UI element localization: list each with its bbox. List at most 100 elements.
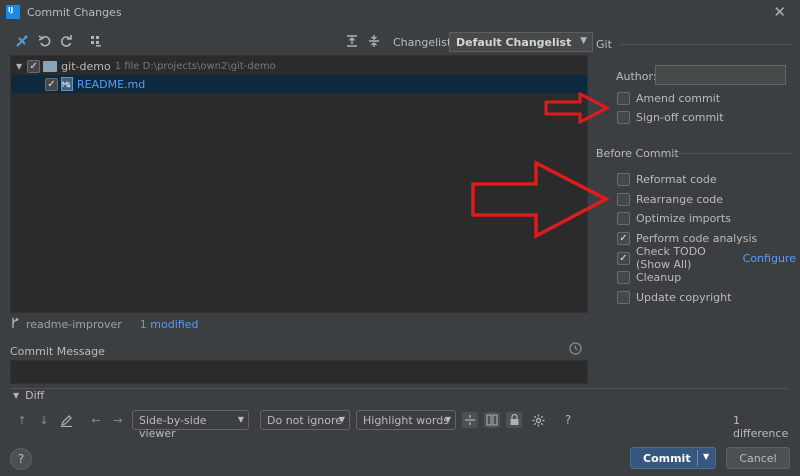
annotation-arrow-large xyxy=(471,160,610,239)
annotation-arrow-small xyxy=(544,92,610,124)
cleanup-checkbox[interactable] xyxy=(617,270,630,284)
commit-options-panel: Git Author: Amend commit Sign-off commit… xyxy=(596,30,796,350)
ignore-dropdown[interactable]: Do not ignore ▼ xyxy=(260,410,350,430)
root-meta: 1 file D:\projects\own2\git-demo xyxy=(114,60,276,72)
code-analysis-checkbox[interactable]: ✓ xyxy=(617,231,630,245)
modified-count-link[interactable]: 1 modified xyxy=(140,318,199,331)
ignore-value: Do not ignore xyxy=(267,414,342,427)
commit-message-input[interactable] xyxy=(10,360,588,384)
author-label: Author: xyxy=(616,70,657,83)
check-todo-label: Check TODO (Show All) xyxy=(636,245,706,271)
group-by-icon[interactable] xyxy=(88,33,104,49)
chevron-down-icon: ▼ xyxy=(237,415,244,424)
lock-icon[interactable] xyxy=(506,412,522,428)
arrow-left-icon[interactable]: ← xyxy=(88,412,104,428)
amend-commit-option[interactable]: Amend commit xyxy=(617,90,720,106)
reformat-code-option[interactable]: Reformat code xyxy=(617,171,717,187)
reformat-label: Reformat code xyxy=(636,172,717,186)
tree-root-row[interactable]: ▼ ✓ git-demo 1 file D:\projects\own2\git… xyxy=(11,57,587,75)
chevron-down-icon[interactable]: ▼ xyxy=(703,452,709,461)
arrow-up-icon[interactable]: ↑ xyxy=(14,412,30,428)
window-title: Commit Changes xyxy=(27,6,122,19)
optimize-imports-option[interactable]: Optimize imports xyxy=(617,210,731,226)
close-icon[interactable]: ✕ xyxy=(773,3,786,21)
file-checkbox[interactable]: ✓ xyxy=(45,77,58,91)
diff-help-icon[interactable]: ? xyxy=(560,412,576,428)
cleanup-option[interactable]: Cleanup xyxy=(617,269,681,285)
before-commit-divider xyxy=(672,153,792,154)
cleanup-label: Cleanup xyxy=(636,270,682,284)
branch-name: readme-improver xyxy=(26,317,122,331)
signoff-commit-option[interactable]: Sign-off commit xyxy=(617,109,724,125)
viewer-dropdown[interactable]: Side-by-side viewer ▼ xyxy=(132,410,249,440)
help-button[interactable]: ? xyxy=(10,448,32,470)
code-analysis-option[interactable]: ✓ Perform code analysis xyxy=(617,230,757,246)
copyright-checkbox[interactable] xyxy=(617,290,630,304)
gear-icon[interactable] xyxy=(530,412,546,428)
root-label: git-demo xyxy=(61,59,111,73)
author-input[interactable] xyxy=(655,65,786,85)
git-section-divider xyxy=(620,44,792,45)
changelist-dropdown[interactable]: Default Changelist ▼ xyxy=(449,32,593,52)
changelist-label: Changelist: xyxy=(393,36,455,49)
signoff-checkbox[interactable] xyxy=(617,110,630,124)
diff-label: Diff xyxy=(25,389,49,402)
rearrange-label: Rearrange code xyxy=(636,192,723,206)
chevron-down-icon: ▼ xyxy=(444,415,451,424)
branch-status: readme-improver 1 modified xyxy=(10,315,198,333)
markdown-file-icon xyxy=(61,77,73,91)
split-divider xyxy=(697,450,698,466)
rollback-icon[interactable] xyxy=(37,33,53,49)
folder-icon xyxy=(43,60,58,72)
cancel-button[interactable]: Cancel xyxy=(726,447,790,469)
highlight-value: Highlight words xyxy=(363,414,449,427)
optimize-label: Optimize imports xyxy=(636,211,731,225)
arrow-right-icon[interactable]: → xyxy=(110,412,126,428)
expand-all-icon[interactable] xyxy=(344,33,360,49)
collapse-all-icon[interactable] xyxy=(366,33,382,49)
check-todo-option[interactable]: ✓ Check TODO (Show All) Configure xyxy=(617,245,796,271)
diff-collapse-icon[interactable]: ▼ xyxy=(13,391,19,400)
root-checkbox[interactable]: ✓ xyxy=(27,59,41,73)
branch-icon xyxy=(10,317,20,332)
copyright-label: Update copyright xyxy=(636,290,732,304)
rearrange-code-option[interactable]: Rearrange code xyxy=(617,191,723,207)
collapse-unchanged-icon[interactable] xyxy=(462,412,478,428)
dialog-button-bar: ? Commit ▼ Cancel xyxy=(0,440,800,476)
arrow-down-icon[interactable]: ↓ xyxy=(36,412,52,428)
history-clock-icon[interactable] xyxy=(569,342,582,358)
tree-file-row[interactable]: ✓ README.md xyxy=(11,75,587,93)
sync-scroll-icon[interactable] xyxy=(484,412,500,428)
chevron-down-icon: ▼ xyxy=(580,36,587,46)
code-analysis-label: Perform code analysis xyxy=(636,231,758,245)
diff-toolbar: ↑ ↓ ← → Side-by-side viewer ▼ Do not ign… xyxy=(10,408,790,440)
intellij-logo-icon: IJ xyxy=(6,5,20,19)
chevron-down-icon: ▼ xyxy=(338,415,345,424)
changelist-value: Default Changelist xyxy=(456,36,572,49)
file-label: README.md xyxy=(77,77,146,91)
highlight-dropdown[interactable]: Highlight words ▼ xyxy=(356,410,456,430)
commit-message-label: Commit Message xyxy=(10,345,105,358)
reformat-checkbox[interactable] xyxy=(617,172,630,186)
git-section-title: Git xyxy=(596,38,612,51)
show-diff-icon[interactable] xyxy=(14,33,30,49)
update-copyright-option[interactable]: Update copyright xyxy=(617,289,731,305)
tree-expand-icon[interactable]: ▼ xyxy=(16,62,22,71)
configure-link[interactable]: Configure xyxy=(743,252,796,265)
edit-icon[interactable] xyxy=(58,412,74,428)
rearrange-checkbox[interactable] xyxy=(617,192,630,206)
viewer-value: Side-by-side viewer xyxy=(139,414,207,440)
refresh-icon[interactable] xyxy=(58,33,74,49)
before-commit-section-title: Before Commit xyxy=(596,147,679,160)
signoff-label: Sign-off commit xyxy=(636,110,724,124)
commit-label: Commit xyxy=(643,451,691,465)
optimize-checkbox[interactable] xyxy=(617,211,630,225)
title-bar: IJ Commit Changes ✕ xyxy=(0,0,800,26)
commit-button[interactable]: Commit ▼ xyxy=(630,447,716,469)
difference-count: 1 difference xyxy=(733,414,789,440)
changes-toolbar: Changelist: Default Changelist ▼ xyxy=(10,30,593,54)
amend-label: Amend commit xyxy=(636,91,721,105)
check-todo-checkbox[interactable]: ✓ xyxy=(617,251,630,265)
amend-checkbox[interactable] xyxy=(617,91,630,105)
diff-section-header[interactable]: ▼ Diff xyxy=(10,388,788,402)
